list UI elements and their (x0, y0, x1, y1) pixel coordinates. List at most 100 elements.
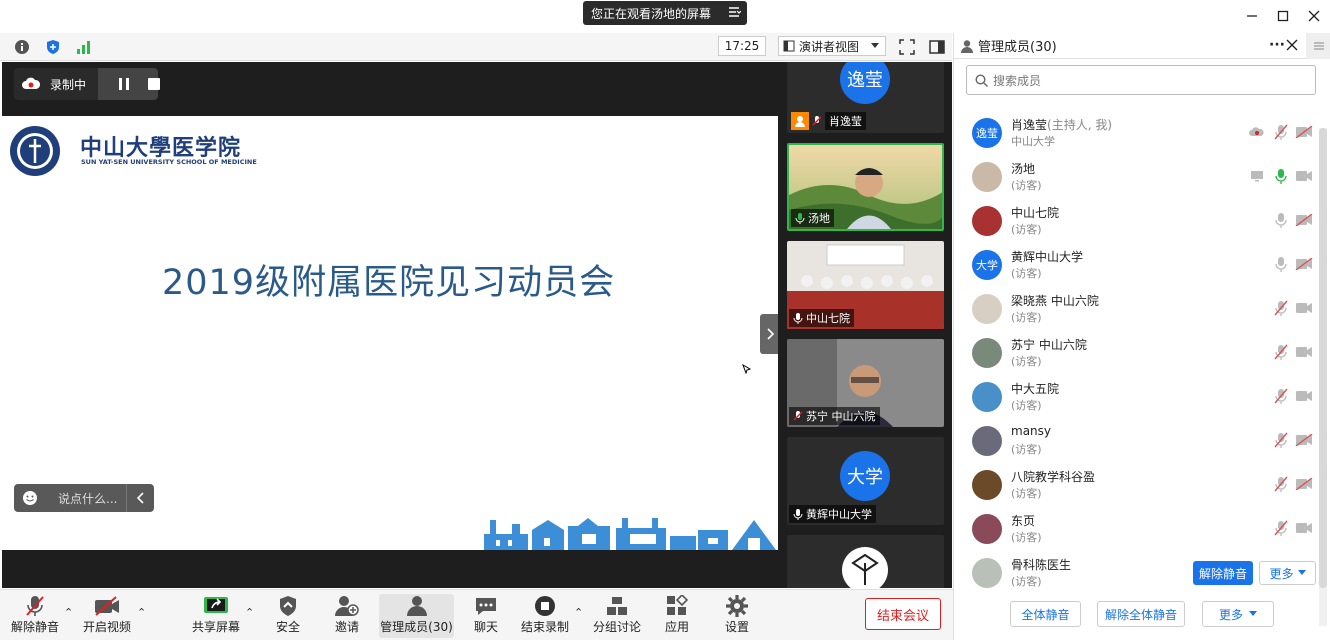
member-search[interactable]: 搜索成员 (966, 65, 1316, 95)
participant-subtitle: (访客) (1011, 575, 1042, 588)
chevron-up-icon[interactable]: ⌃ (137, 606, 146, 619)
sidebar-toggle-icon[interactable] (927, 37, 947, 57)
collapse-strip-button[interactable] (760, 314, 780, 354)
participant-row[interactable]: 中山七院 (访客) (954, 199, 1316, 243)
avatar (842, 547, 888, 588)
video-tile[interactable]: 苏宁 中山六院 (787, 339, 944, 427)
video-tile[interactable] (787, 535, 944, 588)
start-video-button[interactable]: 开启视频 (78, 594, 136, 638)
emoji-icon[interactable] (22, 490, 38, 506)
video-icon[interactable] (1295, 343, 1313, 361)
chevron-up-icon[interactable]: ⌃ (64, 606, 73, 619)
participant-row[interactable]: 中大五院 (访客) (954, 375, 1316, 419)
unmute-all-button[interactable]: 解除全体静音 (1097, 601, 1185, 627)
pause-record-icon[interactable] (117, 77, 131, 91)
chevron-up-icon[interactable]: ⌃ (245, 606, 254, 619)
video-off-icon[interactable] (1295, 475, 1313, 493)
participant-name: mansy (1011, 424, 1052, 438)
participant-row[interactable]: 八院教学科谷盈 (访客) (954, 463, 1316, 507)
security-button[interactable]: 安全 (259, 594, 317, 638)
video-tile[interactable]: 大学 黄辉中山大学 (787, 437, 944, 525)
end-meeting-button[interactable]: 结束会议 (865, 598, 941, 630)
avatar (972, 382, 1002, 412)
close-icon[interactable] (1304, 6, 1324, 26)
minimize-icon[interactable] (1242, 6, 1262, 26)
stop-record-icon[interactable] (147, 77, 161, 91)
mic-icon (793, 508, 803, 520)
video-off-icon[interactable] (1295, 123, 1313, 141)
participant-row[interactable]: 逸莹 肖逸莹(主持人, 我) 中山大学 (954, 111, 1316, 155)
participant-name-line: 梁晓燕 中山六院 (1011, 292, 1099, 309)
signal-icon[interactable] (73, 37, 93, 57)
video-off-icon[interactable] (1295, 255, 1313, 273)
participant-row[interactable]: 骨科陈医生 (访客) 解除静音 更多 (954, 551, 1316, 591)
video-tile-active-speaker[interactable]: 汤地 (787, 143, 944, 231)
video-off-icon[interactable] (1295, 431, 1313, 449)
participant-role: (主持人, 我) (1047, 118, 1113, 132)
banner-menu-icon[interactable] (727, 5, 741, 19)
shield-icon[interactable] (43, 37, 63, 57)
avatar (972, 206, 1002, 236)
mic-icon[interactable] (1272, 211, 1290, 229)
participant-row[interactable]: 苏宁 中山六院 (访客) (954, 331, 1316, 375)
participant-row[interactable]: 大学 黄辉中山大学 (访客) (954, 243, 1316, 287)
participant-name: 东页 (1011, 514, 1036, 528)
chevron-left-icon[interactable] (137, 492, 145, 504)
mic-muted-icon[interactable] (1272, 475, 1290, 493)
scrollbar[interactable] (1319, 128, 1327, 626)
video-off-icon[interactable] (1295, 211, 1313, 229)
panel-menu-icon[interactable] (1306, 33, 1330, 59)
video-tile[interactable]: 中山七院 (787, 241, 944, 329)
chat-button[interactable]: 聊天 (457, 594, 515, 638)
participant-row[interactable]: 梁晓燕 中山六院 (访客) (954, 287, 1316, 331)
mic-icon[interactable] (1272, 255, 1290, 273)
participant-subtitle: (访客) (1011, 179, 1042, 192)
fullscreen-icon[interactable] (897, 37, 917, 57)
mic-muted-icon[interactable] (1272, 431, 1290, 449)
more-options-icon[interactable]: ··· (1269, 37, 1285, 53)
quick-chat-input[interactable]: 说点什么... (14, 484, 154, 512)
video-tile[interactable]: 逸莹 肖逸莹 (787, 62, 944, 133)
video-icon[interactable] (1295, 167, 1313, 185)
breakout-icon (606, 594, 628, 618)
more-bottom-button[interactable]: 更多 (1202, 601, 1274, 627)
unmute-label: 解除静音 (10, 620, 59, 634)
mic-muted-icon[interactable] (1272, 519, 1290, 537)
chevron-up-icon[interactable]: ⌃ (574, 606, 583, 619)
participant-name: 肖逸莹 (1011, 118, 1048, 132)
participant-row[interactable]: mansy (访客) (954, 419, 1316, 463)
unmute-button[interactable]: 解除静音 (6, 594, 64, 638)
settings-button[interactable]: 设置 (708, 594, 766, 638)
invite-button[interactable]: 邀请 (318, 594, 376, 638)
breakout-button[interactable]: 分组讨论 (588, 594, 646, 638)
mic-muted-icon[interactable] (1272, 123, 1290, 141)
info-icon[interactable] (12, 37, 32, 57)
unmute-participant-button[interactable]: 解除静音 (1193, 561, 1253, 585)
close-panel-icon[interactable] (1286, 39, 1298, 51)
participant-row[interactable]: 东页 (访客) (954, 507, 1316, 551)
participant-row[interactable]: 汤地 (访客) (954, 155, 1316, 199)
mic-muted-icon[interactable] (1272, 343, 1290, 361)
speaker-view-icon (783, 40, 795, 52)
mic-icon[interactable] (1272, 167, 1290, 185)
video-icon[interactable] (1295, 299, 1313, 317)
view-mode-select[interactable]: 演讲者视图 (778, 36, 886, 56)
apps-button[interactable]: 应用 (648, 594, 706, 638)
maximize-icon[interactable] (1273, 6, 1293, 26)
mute-all-button[interactable]: 全体静音 (1010, 601, 1081, 627)
mic-muted-icon[interactable] (1272, 299, 1290, 317)
participants-panel: 管理成员(30) ··· 搜索成员 逸莹 肖逸莹(主持人, 我) 中山大学 汤地 (访客… (953, 33, 1330, 640)
avatar: 大学 (972, 250, 1002, 280)
manage-members-button[interactable]: 管理成员(30) (379, 594, 454, 638)
mic-muted-icon[interactable] (1272, 387, 1290, 405)
participant-name-line: 黄辉中山大学 (1011, 248, 1083, 265)
sharing-banner[interactable]: 您正在观看汤地的屏幕 (583, 1, 747, 25)
mic-muted-icon (793, 410, 803, 422)
more-bottom-label: 更多 (1218, 607, 1243, 622)
end-recording-button[interactable]: 结束录制 (516, 594, 574, 638)
share-screen-button[interactable]: 共享屏幕 (187, 594, 245, 638)
video-icon[interactable] (1295, 387, 1313, 405)
participant-more-button[interactable]: 更多 (1259, 561, 1316, 585)
host-badge-icon (791, 112, 809, 130)
video-icon[interactable] (1295, 519, 1313, 537)
